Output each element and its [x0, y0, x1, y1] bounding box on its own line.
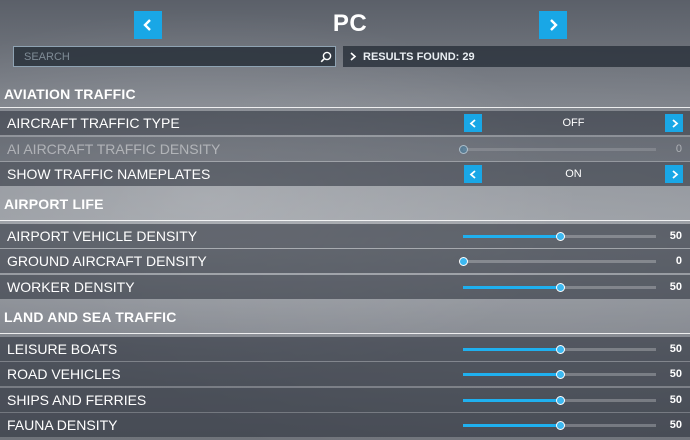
- section-title-aviation-traffic: AVIATION TRAFFIC: [4, 86, 136, 102]
- slider-value: 0: [675, 143, 682, 155]
- setting-row-leisure-boats[interactable]: LEISURE BOATS 50: [0, 337, 690, 361]
- setting-label: AIRCRAFT TRAFFIC TYPE: [7, 115, 180, 131]
- slider-value: 50: [669, 281, 682, 293]
- search-input[interactable]: [14, 47, 317, 66]
- slider-track[interactable]: [463, 345, 656, 354]
- slider-fill: [463, 424, 560, 427]
- slider-track[interactable]: [459, 257, 656, 266]
- slider-value: 50: [669, 230, 682, 242]
- chevron-left-icon: [143, 19, 151, 31]
- slider-fill: [463, 399, 560, 402]
- slider-thumb[interactable]: [555, 370, 565, 379]
- search-box: [13, 46, 336, 67]
- setting-row-ships-and-ferries[interactable]: SHIPS AND FERRIES 50: [0, 388, 690, 412]
- section-title-airport-life: AIRPORT LIFE: [4, 196, 104, 212]
- setting-row-worker-density[interactable]: WORKER DENSITY 50: [0, 275, 690, 299]
- slider-track[interactable]: [463, 232, 656, 241]
- setting-label: FAUNA DENSITY: [7, 417, 118, 433]
- slider-track[interactable]: [463, 370, 656, 379]
- slider-value: 50: [669, 368, 682, 380]
- cycler-prev-button[interactable]: [464, 114, 482, 132]
- slider-thumb[interactable]: [555, 283, 565, 292]
- page-title: PC: [332, 10, 368, 37]
- cycler-value: ON: [565, 168, 582, 180]
- section-divider: [0, 107, 690, 108]
- setting-row-ground-aircraft-density[interactable]: GROUND AIRCRAFT DENSITY 0: [0, 249, 690, 273]
- slider-value: 50: [669, 394, 682, 406]
- slider-track[interactable]: [463, 396, 656, 405]
- results-count: RESULTS FOUND: 29: [363, 50, 475, 63]
- setting-row-ai-aircraft-traffic-density: AI AIRCRAFT TRAFFIC DENSITY 0: [0, 137, 690, 161]
- cycler-value: OFF: [562, 117, 585, 129]
- results-bar: RESULTS FOUND: 29: [343, 46, 690, 67]
- setting-label: LEISURE BOATS: [7, 341, 118, 357]
- chevron-right-icon: [343, 52, 363, 61]
- prev-category-button[interactable]: [134, 11, 162, 39]
- search-icon[interactable]: [317, 47, 335, 66]
- slider-value: 50: [669, 343, 682, 355]
- setting-row-aircraft-traffic-type[interactable]: AIRCRAFT TRAFFIC TYPE OFF: [0, 111, 690, 135]
- slider-thumb: [459, 145, 468, 154]
- setting-row-show-traffic-nameplates[interactable]: SHOW TRAFFIC NAMEPLATES ON: [0, 162, 690, 186]
- section-divider: [0, 220, 690, 221]
- setting-label: AIRPORT VEHICLE DENSITY: [7, 228, 198, 244]
- setting-row-road-vehicles[interactable]: ROAD VEHICLES 50: [0, 362, 690, 386]
- slider-value: 0: [675, 255, 682, 267]
- cycler-next-button[interactable]: [665, 165, 683, 183]
- slider-thumb[interactable]: [555, 421, 565, 430]
- setting-label: SHIPS AND FERRIES: [7, 392, 147, 408]
- setting-row-fauna-density[interactable]: FAUNA DENSITY 50: [0, 413, 690, 437]
- slider-fill: [463, 373, 560, 376]
- slider-fill: [463, 286, 560, 289]
- section-divider: [0, 333, 690, 334]
- setting-label: ROAD VEHICLES: [7, 366, 121, 382]
- slider-thumb[interactable]: [555, 232, 565, 241]
- chevron-right-icon: [671, 118, 678, 128]
- slider-fill: [463, 235, 560, 238]
- setting-label: GROUND AIRCRAFT DENSITY: [7, 253, 207, 269]
- next-category-button[interactable]: [539, 11, 567, 39]
- slider-thumb[interactable]: [555, 345, 565, 354]
- slider-track[interactable]: [463, 421, 656, 430]
- slider-thumb[interactable]: [555, 396, 565, 405]
- chevron-left-icon: [469, 169, 476, 179]
- slider-track[interactable]: [463, 283, 656, 292]
- setting-row-airport-vehicle-density[interactable]: AIRPORT VEHICLE DENSITY 50: [0, 224, 690, 248]
- cycler-prev-button[interactable]: [464, 165, 482, 183]
- setting-label: SHOW TRAFFIC NAMEPLATES: [7, 166, 211, 182]
- slider-fill: [463, 348, 560, 351]
- chevron-left-icon: [469, 118, 476, 128]
- setting-label: AI AIRCRAFT TRAFFIC DENSITY: [7, 141, 221, 157]
- slider-thumb[interactable]: [459, 257, 468, 266]
- cycler-next-button[interactable]: [665, 114, 683, 132]
- slider-value: 50: [669, 419, 682, 431]
- slider-track: [459, 145, 656, 154]
- chevron-right-icon: [550, 19, 558, 31]
- chevron-right-icon: [671, 169, 678, 179]
- section-title-land-and-sea-traffic: LAND AND SEA TRAFFIC: [4, 309, 177, 325]
- header: PC: [0, 0, 690, 44]
- setting-label: WORKER DENSITY: [7, 279, 135, 295]
